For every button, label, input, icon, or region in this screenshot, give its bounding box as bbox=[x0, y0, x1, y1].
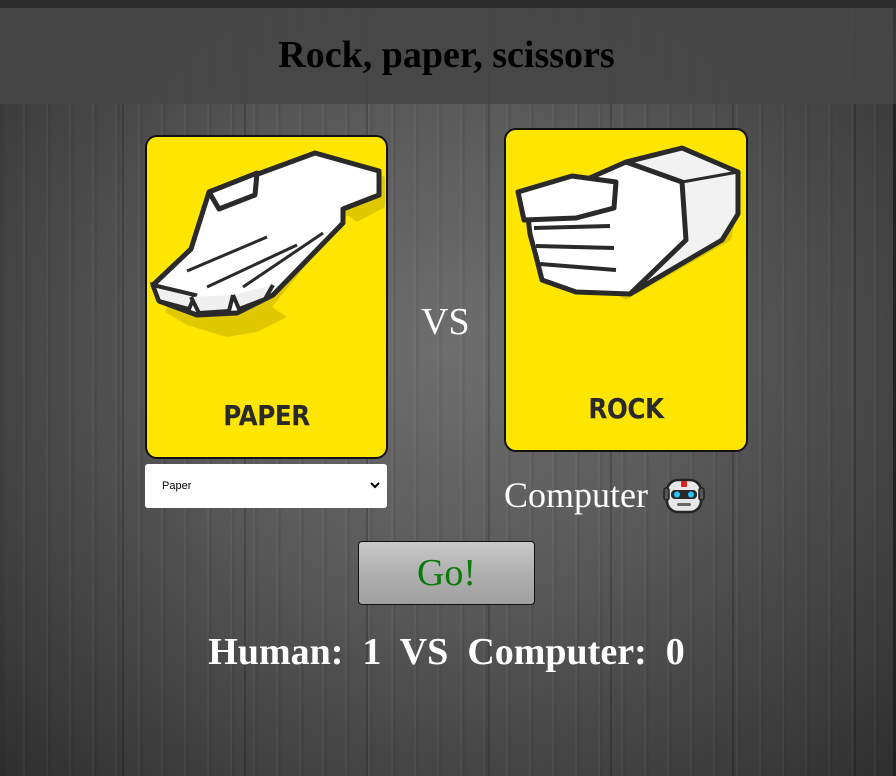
robot-icon bbox=[663, 478, 705, 514]
player-choice-card: PAPER bbox=[145, 135, 388, 459]
player-card-label: PAPER bbox=[223, 399, 310, 432]
human-score-value: 1 bbox=[362, 631, 391, 673]
player-choice-selected: Paper bbox=[162, 480, 192, 492]
score-vs-label: VS bbox=[399, 631, 458, 673]
computer-score-label: Computer: bbox=[467, 631, 657, 673]
page-header: Rock, paper, scissors bbox=[0, 8, 893, 104]
computer-player-label: Computer bbox=[504, 472, 706, 518]
versus-label: VS bbox=[421, 301, 470, 343]
chevron-down-icon bbox=[370, 482, 380, 489]
paper-hand-icon bbox=[149, 150, 385, 337]
computer-choice-card: ROCK bbox=[504, 128, 748, 452]
scoreboard: Human: 1 VS Computer: 0 bbox=[0, 630, 893, 674]
page-title: Rock, paper, scissors bbox=[278, 34, 615, 76]
go-button[interactable]: Go! bbox=[358, 541, 535, 605]
computer-score-value: 0 bbox=[665, 631, 685, 673]
rock-fist-icon bbox=[515, 145, 741, 300]
computer-label-text: Computer bbox=[504, 475, 648, 515]
player-choice-select[interactable]: Paper bbox=[145, 464, 387, 508]
window-top-border bbox=[0, 0, 896, 8]
computer-card-label: ROCK bbox=[588, 392, 664, 425]
human-score-label: Human: bbox=[208, 631, 353, 673]
